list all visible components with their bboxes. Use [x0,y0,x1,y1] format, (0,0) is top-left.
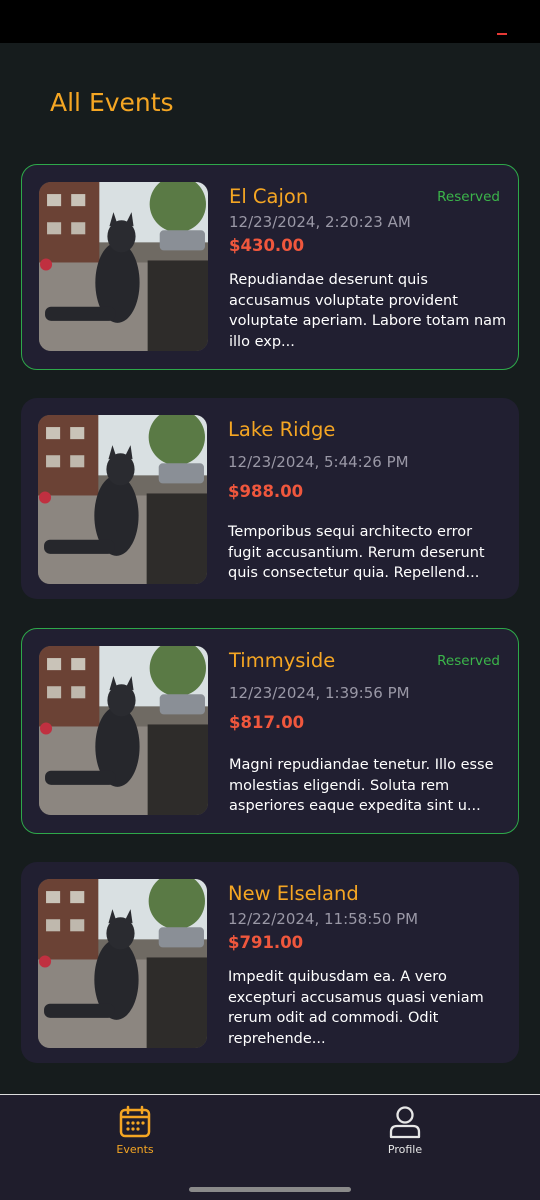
event-thumbnail [39,182,208,351]
event-card[interactable]: New Elseland 12/22/2024, 11:58:50 PM $79… [21,862,519,1063]
nav-item-profile[interactable]: Profile [345,1105,465,1156]
event-card[interactable]: El Cajon Reserved 12/23/2024, 2:20:23 AM… [21,164,519,370]
event-date: 12/23/2024, 2:20:23 AM [229,213,411,231]
event-date: 12/22/2024, 11:58:50 PM [228,910,419,928]
bottom-nav: Events Profile [0,1094,540,1200]
event-description: Repudiandae deserunt quis accusamus volu… [229,272,507,350]
event-price: $430.00 [229,236,305,255]
event-card[interactable]: Lake Ridge 12/23/2024, 5:44:26 PM $988.0… [21,398,519,599]
event-date: 12/23/2024, 5:44:26 PM [228,453,409,471]
user-icon [389,1106,421,1139]
event-thumbnail [38,879,207,1048]
event-thumbnail [39,646,208,815]
event-price: $817.00 [229,713,305,732]
nav-item-events[interactable]: Events [75,1105,195,1156]
event-date: 12/23/2024, 1:39:56 PM [229,684,410,702]
home-indicator[interactable] [189,1187,351,1192]
event-price: $988.00 [228,482,304,501]
event-price: $791.00 [228,933,304,952]
event-card[interactable]: Timmyside Reserved 12/23/2024, 1:39:56 P… [21,628,519,834]
status-indicator [497,33,507,35]
nav-label-profile: Profile [387,1143,423,1156]
event-description: Magni repudiandae tenetur. Illo esse mol… [229,757,494,814]
reserved-badge: Reserved [437,189,500,205]
event-title: Lake Ridge [228,418,336,441]
event-description: Temporibus sequi architecto error fugit … [228,524,485,581]
event-title: New Elseland [228,882,359,905]
calendar-icon [119,1105,151,1138]
page-title: All Events [50,88,174,117]
status-bar [0,0,540,43]
reserved-badge: Reserved [437,653,500,669]
event-title: Timmyside [229,649,336,672]
event-thumbnail [38,415,207,584]
event-title: El Cajon [229,185,309,208]
nav-label-events: Events [116,1143,154,1156]
event-description: Impedit quibusdam ea. A vero excepturi a… [228,969,484,1047]
